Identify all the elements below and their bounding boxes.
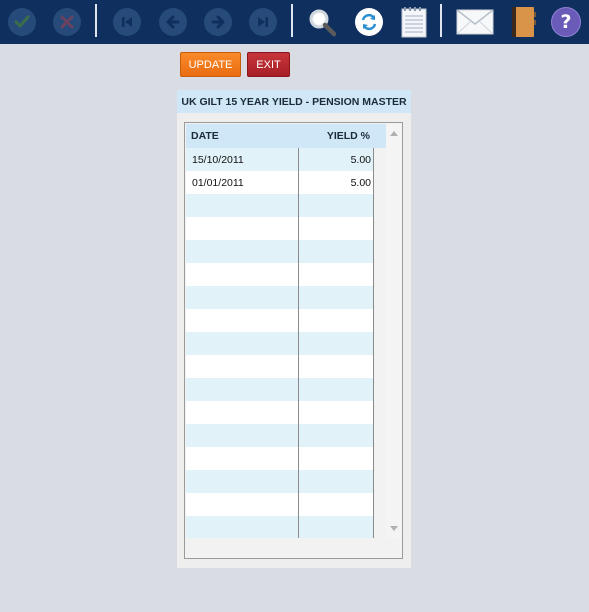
panel-title: UK GILT 15 YEAR YIELD - PENSION MASTER [177,90,411,113]
column-divider [298,148,299,538]
next-record-icon[interactable] [203,7,233,37]
table-row[interactable] [186,194,374,217]
table-row[interactable]: 15/10/2011 5.00 [186,148,374,171]
search-icon[interactable] [307,7,337,37]
exit-button[interactable]: EXIT [247,52,290,77]
cross-icon[interactable] [52,7,82,37]
table-row[interactable] [186,263,374,286]
table-row[interactable] [186,240,374,263]
cell-date[interactable]: 15/10/2011 [192,148,244,171]
table-row[interactable] [186,516,374,538]
help-glyph: ? [560,11,572,33]
mail-icon[interactable] [455,7,495,37]
scroll-up-icon[interactable] [390,131,398,136]
column-header-yield[interactable]: YIELD % [300,124,370,148]
table-row[interactable] [186,470,374,493]
toolbar-separator [440,4,442,37]
column-header-date[interactable]: DATE [191,124,219,148]
check-icon[interactable] [7,7,37,37]
table-row[interactable] [186,447,374,470]
grid-header: DATE YIELD % [186,124,386,148]
toolbar-separator [291,4,293,37]
table-row[interactable] [186,378,374,401]
cell-yield[interactable]: 5.00 [300,148,371,171]
toolbar: ? [0,0,589,44]
table-row[interactable] [186,493,374,516]
panel-body: DATE YIELD % 15/10/2011 5.00 01/01/2011 5.0… [177,113,411,568]
table-row[interactable] [186,424,374,447]
yield-panel: UK GILT 15 YEAR YIELD - PENSION MASTER D… [177,90,411,568]
address-book-icon[interactable] [508,7,538,37]
grid-rows: 15/10/2011 5.00 01/01/2011 5.00 [186,148,374,538]
table-row[interactable] [186,355,374,378]
table-row[interactable] [186,286,374,309]
help-icon[interactable]: ? [551,7,581,37]
table-row[interactable]: 01/01/2011 5.00 [186,171,374,194]
yield-grid: DATE YIELD % 15/10/2011 5.00 01/01/2011 5.0… [184,122,403,559]
table-row[interactable] [186,332,374,355]
notepad-icon[interactable] [399,7,429,38]
column-divider [373,148,374,538]
update-button[interactable]: UPDATE [180,52,241,77]
cell-yield[interactable]: 5.00 [300,171,371,194]
vertical-scrollbar[interactable] [386,124,402,538]
previous-record-icon[interactable] [158,7,188,37]
scroll-down-icon[interactable] [390,526,398,531]
cell-date[interactable]: 01/01/2011 [192,171,244,194]
first-record-icon[interactable] [112,7,142,37]
table-row[interactable] [186,401,374,424]
last-record-icon[interactable] [248,7,278,37]
toolbar-separator [95,4,97,37]
table-row[interactable] [186,217,374,240]
refresh-icon[interactable] [354,7,384,37]
table-row[interactable] [186,309,374,332]
